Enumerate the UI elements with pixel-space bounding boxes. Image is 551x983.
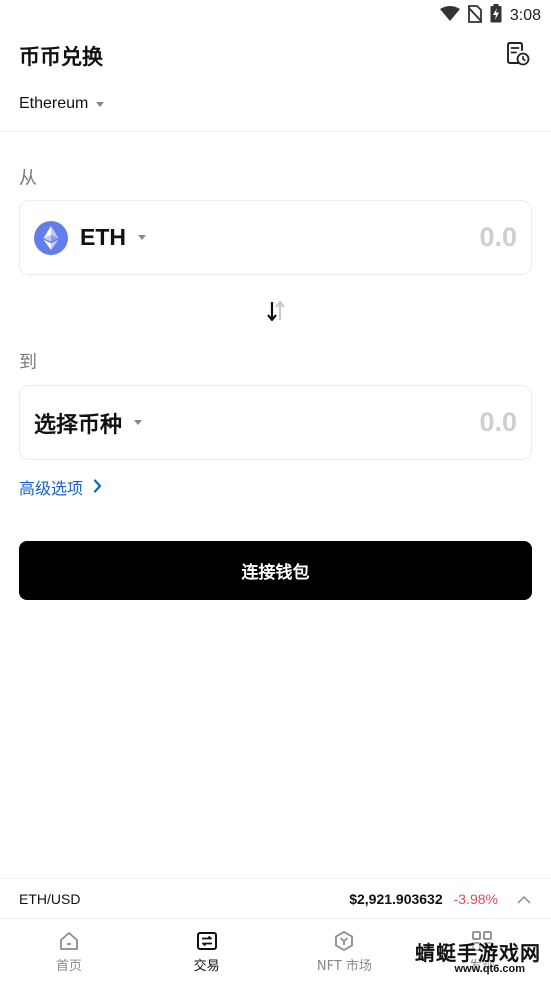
wifi-icon [439, 5, 460, 26]
trade-icon [195, 929, 219, 953]
chevron-right-icon [93, 478, 102, 497]
ticker-change: -3.98% [453, 890, 498, 907]
nav-item-trade[interactable]: 交易 [138, 919, 276, 983]
nav-label-home: 首页 [55, 958, 82, 974]
from-token-box: ETH [19, 200, 532, 275]
home-icon [57, 929, 81, 953]
swap-arrows-icon [264, 299, 288, 327]
chevron-up-icon [517, 889, 531, 908]
nav-label-discover: 发现 [469, 958, 496, 974]
ethereum-logo-icon [34, 220, 68, 255]
grid-icon [470, 929, 494, 953]
nav-item-home[interactable]: 首页 [0, 919, 138, 983]
battery-charging-icon [490, 4, 502, 27]
advanced-options-link[interactable]: 高级选项 [19, 475, 102, 499]
divider [0, 131, 551, 132]
connect-wallet-label: 连接钱包 [241, 563, 310, 583]
page-title: 币币兑换 [19, 45, 103, 69]
history-icon [506, 41, 530, 71]
nav-item-discover[interactable]: 发现 [413, 919, 551, 983]
from-amount-input[interactable] [357, 222, 517, 253]
status-time: 3:08 [509, 6, 541, 24]
no-sim-icon [467, 4, 483, 27]
nav-item-nft-market[interactable]: NFT 市场 [276, 919, 414, 983]
history-button[interactable] [504, 42, 532, 70]
status-icons: 3:08 [439, 4, 541, 27]
header: 币币兑换 [19, 38, 532, 74]
ticker-expand-button[interactable] [516, 891, 532, 907]
caret-down-icon [96, 101, 105, 107]
nav-label-nft-market: NFT 市场 [316, 958, 372, 974]
to-token-selector[interactable]: 选择币种 [34, 407, 143, 439]
bottom-nav: 首页 交易 NFT 市场 发现 [0, 918, 551, 983]
advanced-options-label: 高级选项 [19, 479, 84, 498]
to-amount-input[interactable] [357, 407, 517, 438]
from-label: 从 [19, 168, 37, 189]
caret-down-icon [138, 235, 146, 240]
select-token-label: 选择币种 [34, 412, 123, 438]
to-token-box: 选择币种 [19, 385, 532, 460]
nav-label-trade: 交易 [193, 958, 220, 974]
from-token-symbol: ETH [80, 224, 126, 250]
price-ticker: ETH/USD $2,921.903632 -3.98% [0, 878, 551, 918]
swap-direction-button[interactable] [262, 299, 290, 327]
nft-market-icon [332, 929, 356, 953]
status-bar: 3:08 [0, 0, 551, 30]
network-label: Ethereum [19, 95, 89, 112]
network-selector[interactable]: Ethereum [19, 95, 105, 113]
to-label: 到 [19, 352, 37, 373]
ticker-price: $2,921.903632 [349, 890, 443, 907]
from-token-selector[interactable]: ETH [34, 220, 146, 255]
caret-down-icon [134, 420, 143, 425]
connect-wallet-button[interactable]: 连接钱包 [19, 541, 532, 600]
ticker-pair: ETH/USD [19, 890, 81, 907]
